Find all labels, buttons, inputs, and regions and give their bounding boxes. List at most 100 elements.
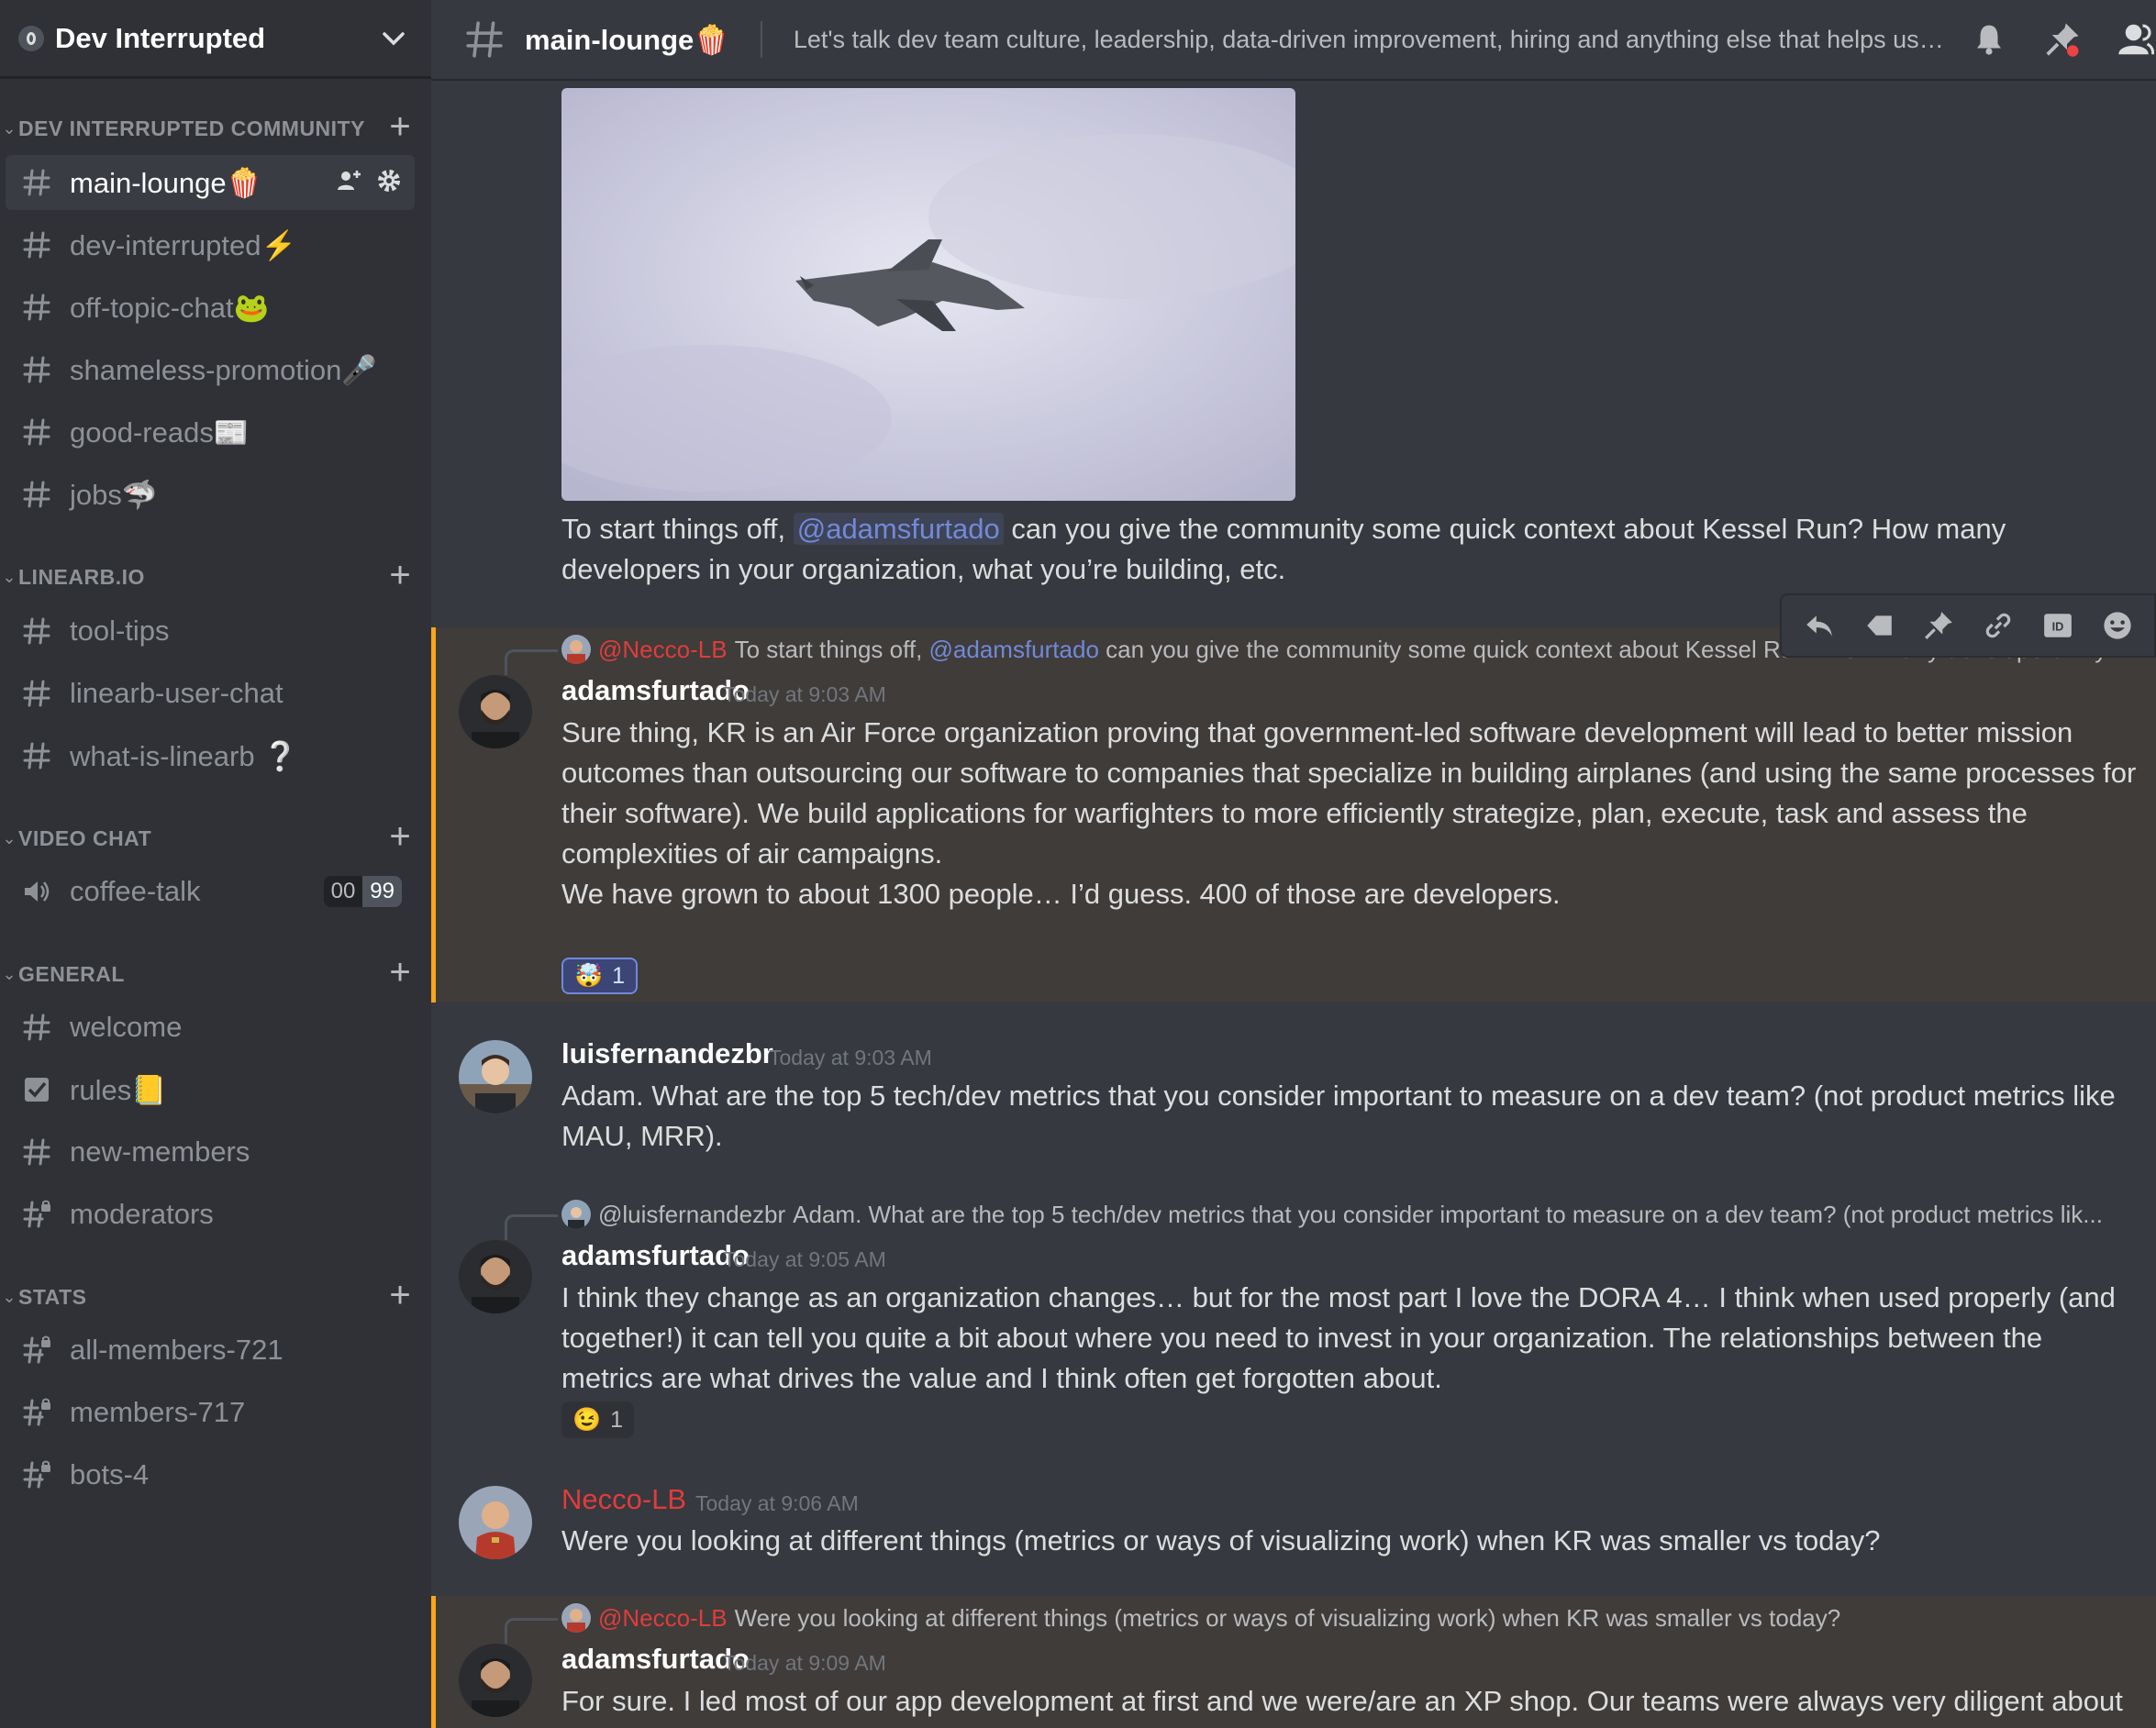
- channel-label: members-717: [70, 1396, 246, 1428]
- hash-icon: [20, 677, 53, 710]
- reply-icon[interactable]: [1801, 607, 1838, 644]
- avatar[interactable]: [459, 1040, 532, 1113]
- category-arrow-icon: ⌄: [2, 567, 17, 586]
- reaction-button[interactable]: 🤯 1: [561, 958, 639, 994]
- avatar[interactable]: [459, 1240, 532, 1313]
- channel-label: welcome: [70, 1011, 183, 1043]
- category-label: DEV INTERRUPTED COMMUNITY: [18, 116, 365, 140]
- message-author[interactable]: adamsfurtado: [561, 1239, 750, 1272]
- channel-bots[interactable]: bots-4: [6, 1447, 415, 1502]
- channel-off-topic-chat[interactable]: off-topic-chat🐸: [6, 280, 415, 335]
- add-channel-button[interactable]: +: [383, 108, 417, 145]
- message-author[interactable]: adamsfurtado: [561, 674, 750, 707]
- mark-unread-icon[interactable]: [1861, 607, 1897, 644]
- bell-icon[interactable]: [1969, 19, 2009, 60]
- add-reaction-icon[interactable]: [2099, 607, 2136, 644]
- copy-link-icon[interactable]: [1980, 607, 2017, 644]
- category-general[interactable]: ⌄ GENERAL +: [0, 954, 431, 992]
- channel-dev-interrupted[interactable]: dev-interrupted⚡: [6, 217, 415, 272]
- chat-main: main-lounge🍿 Let's talk dev team culture…: [431, 0, 2156, 1728]
- reply-author[interactable]: @Necco-LB: [598, 636, 728, 664]
- add-channel-button[interactable]: +: [383, 954, 417, 991]
- category-linearb[interactable]: ⌄ LINEARB.IO +: [0, 557, 431, 595]
- channel-label: shameless-promotion🎤: [70, 353, 377, 386]
- message-timestamp: Today at 9:03 AM: [769, 1046, 932, 1069]
- channel-members[interactable]: members-717: [6, 1385, 415, 1440]
- message-timestamp: Today at 9:06 AM: [695, 1491, 859, 1515]
- hash-icon: [20, 1135, 53, 1169]
- channel-tool-tips[interactable]: tool-tips: [6, 604, 415, 659]
- hash-icon: [20, 415, 53, 449]
- category-dev-interrupted-community[interactable]: ⌄ DEV INTERRUPTED COMMUNITY +: [0, 108, 431, 147]
- server-header[interactable]: Dev Interrupted: [0, 0, 431, 79]
- locked-hash-icon: [20, 1198, 53, 1231]
- image-attachment[interactable]: [561, 88, 1295, 501]
- copy-id-icon[interactable]: ID: [2039, 607, 2076, 644]
- gear-icon[interactable]: [376, 168, 402, 198]
- channel-what-is-linearb[interactable]: what-is-linearb ❔: [6, 728, 415, 783]
- channel-all-members[interactable]: all-members-721: [6, 1323, 415, 1378]
- reply-avatar: [561, 635, 591, 664]
- header-divider: [760, 21, 762, 58]
- reply-preview[interactable]: @Necco-LB Were you looking at different …: [561, 1601, 2139, 1634]
- reply-author[interactable]: @Necco-LB: [598, 1604, 728, 1633]
- invite-user-icon[interactable]: [336, 168, 361, 198]
- message-text: Adam. What are the top 5 tech/dev metric…: [561, 1080, 2116, 1152]
- user-mention[interactable]: @adamsfurtado: [793, 513, 1004, 545]
- header-channel-name: main-lounge🍿: [525, 23, 729, 56]
- avatar[interactable]: [459, 1644, 532, 1717]
- channel-coffee-talk[interactable]: coffee-talk 00 99: [6, 864, 415, 919]
- channel-label: moderators: [70, 1198, 214, 1230]
- hash-icon: [20, 228, 53, 261]
- category-stats[interactable]: ⌄ STATS +: [0, 1277, 431, 1315]
- reaction-button[interactable]: 😉 1: [561, 1401, 635, 1438]
- channel-good-reads[interactable]: good-reads📰: [6, 404, 415, 460]
- member-list-icon[interactable]: [2116, 19, 2156, 60]
- category-arrow-icon: ⌄: [2, 964, 17, 983]
- channel-linearb-user-chat[interactable]: linearb-user-chat: [6, 666, 415, 721]
- channel-welcome[interactable]: welcome: [6, 1000, 415, 1055]
- channel-shameless-promotion[interactable]: shameless-promotion🎤: [6, 342, 415, 397]
- channel-topic[interactable]: Let's talk dev team culture, leadership,…: [794, 26, 1945, 54]
- message-author[interactable]: adamsfurtado: [561, 1643, 750, 1676]
- reply-text: Adam. What are the top 5 tech/dev metric…: [793, 1200, 2103, 1228]
- hash-icon: [20, 291, 53, 324]
- category-video-chat[interactable]: ⌄ VIDEO CHAT +: [0, 818, 431, 857]
- channel-rules[interactable]: rules📒: [6, 1062, 415, 1117]
- speaker-icon: [20, 875, 53, 908]
- svg-text:ID: ID: [2051, 619, 2063, 633]
- channel-main-lounge[interactable]: main-lounge🍿: [6, 155, 415, 210]
- avatar[interactable]: [459, 1486, 532, 1559]
- avatar[interactable]: [459, 675, 532, 748]
- hash-icon: [464, 19, 505, 60]
- reply-author[interactable]: @luisfernandezbr: [598, 1201, 785, 1229]
- locked-hash-icon: [20, 1458, 53, 1491]
- category-label: STATS: [18, 1284, 87, 1309]
- message-text: For sure. I led most of our app developm…: [561, 1685, 2123, 1717]
- message-timestamp: Today at 9:05 AM: [723, 1247, 886, 1271]
- reply-preview[interactable]: @luisfernandezbr Adam. What are the top …: [561, 1198, 2139, 1231]
- channel-new-members[interactable]: new-members: [6, 1124, 415, 1180]
- server-name: Dev Interrupted: [55, 21, 266, 54]
- message-timestamp: Today at 9:09 AM: [723, 1651, 886, 1675]
- pin-message-icon[interactable]: [1920, 607, 1957, 644]
- pin-icon[interactable]: [2042, 19, 2083, 60]
- chevron-down-icon[interactable]: [378, 23, 409, 54]
- reply-avatar: [561, 1603, 591, 1633]
- add-channel-button[interactable]: +: [383, 1277, 417, 1313]
- category-label: GENERAL: [18, 961, 125, 986]
- add-channel-button[interactable]: +: [383, 557, 417, 593]
- message-timestamp: Today at 9:03 AM: [723, 682, 886, 706]
- message-author[interactable]: luisfernandezbr: [561, 1037, 773, 1070]
- locked-hash-icon: [20, 1396, 53, 1429]
- channel-moderators[interactable]: moderators: [6, 1187, 415, 1242]
- reply-spine: [505, 1214, 558, 1240]
- reaction-count: 1: [610, 1406, 624, 1433]
- channel-label: good-reads📰: [70, 415, 250, 449]
- message-author[interactable]: Necco-LB: [561, 1483, 686, 1516]
- discord-app: Dev Interrupted ⌄ DEV INTERRUPTED COMMUN…: [0, 0, 2156, 1728]
- channel-label: coffee-talk: [70, 875, 201, 907]
- add-channel-button[interactable]: +: [383, 818, 417, 855]
- channel-jobs[interactable]: jobs🦈: [6, 467, 415, 522]
- server-badge-icon: [18, 25, 44, 51]
